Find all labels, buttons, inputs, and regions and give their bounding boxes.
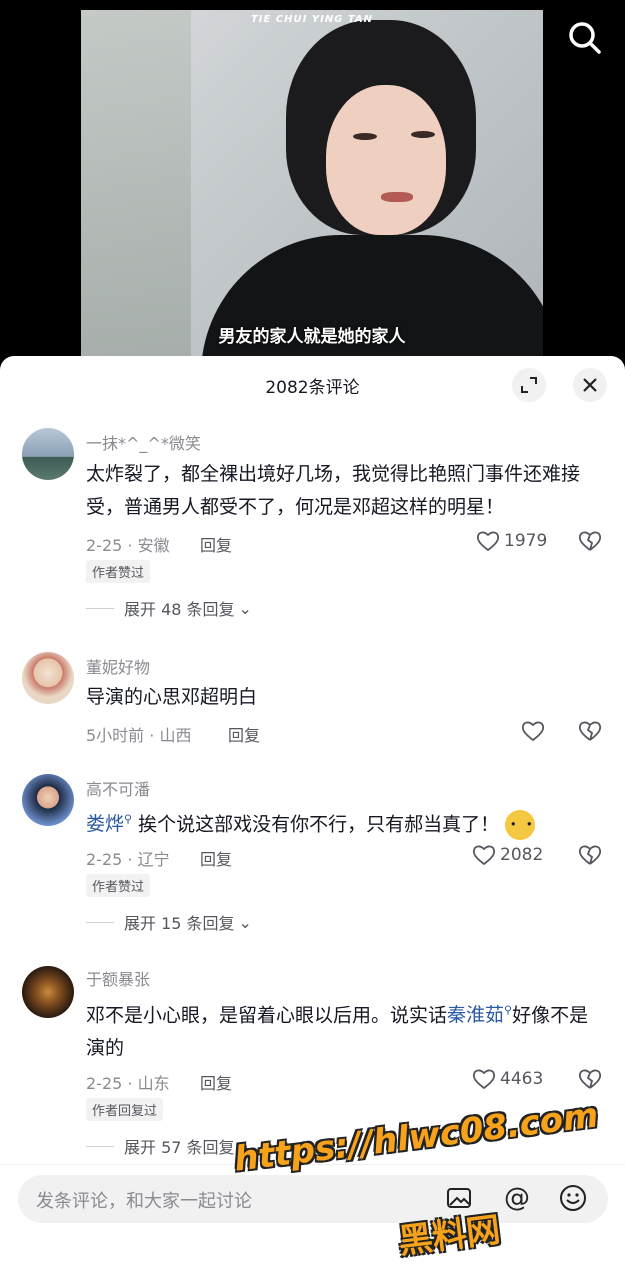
video-person-body: [201, 235, 543, 370]
expand-replies-label: 展开 57 条回复: [124, 1138, 235, 1157]
broken-heart-icon: [578, 1069, 602, 1089]
like-button[interactable]: 2082: [472, 844, 543, 866]
divider: [86, 607, 114, 609]
search-icon: [569, 22, 601, 54]
comment-date-location: 5小时前 · 山西: [86, 726, 192, 745]
chevron-down-icon: ⌄: [238, 598, 252, 618]
chevron-down-icon: ⌄: [238, 912, 252, 932]
expand-sheet-button[interactable]: [512, 368, 546, 402]
mention-button[interactable]: @: [500, 1181, 534, 1215]
divider: [86, 921, 114, 923]
dislike-button[interactable]: [578, 844, 602, 870]
comment-text: 邓不是小心眼，是留着心眼以后用。说实话秦淮茹⚲好像不是演的: [86, 994, 606, 1065]
divider: [86, 1145, 114, 1147]
like-button[interactable]: 4463: [472, 1068, 543, 1090]
emoji-button[interactable]: [556, 1181, 590, 1215]
reply-button[interactable]: 回复: [200, 846, 232, 870]
search-button[interactable]: [565, 18, 605, 58]
video-frame[interactable]: TIE CHUI YING TAN 男友的家人就是她的家人: [81, 10, 543, 370]
expand-icon: [521, 377, 537, 393]
comment-username[interactable]: 一抹*^_^*微笑: [86, 430, 201, 454]
search-icon: ⚲: [504, 1004, 513, 1017]
expand-replies-label: 展开 48 条回复: [124, 600, 235, 619]
dislike-button[interactable]: [578, 720, 602, 746]
comment-text-body: 挨个说这部戏没有你不行，只有郝当真了！: [138, 813, 500, 836]
mention-name: 秦淮茹: [447, 1004, 505, 1027]
video-person-eye: [353, 133, 377, 140]
avatar[interactable]: [22, 774, 74, 826]
like-count: 4463: [500, 1069, 544, 1089]
comment-date-location: 2-25 · 山东: [86, 1074, 170, 1093]
comment-text-part: 邓不是小心眼，是留着心眼以后用。说实话: [86, 1004, 448, 1027]
heart-icon: [472, 1069, 496, 1090]
like-button[interactable]: 1979: [476, 530, 547, 552]
comment-text: 娄烨⚲ 挨个说这部戏没有你不行，只有郝当真了！ ・・: [86, 803, 606, 841]
heart-icon: [472, 845, 496, 866]
comment-text: 导演的心思邓超明白: [86, 686, 258, 708]
avatar[interactable]: [22, 652, 74, 704]
video-person-face: [326, 85, 446, 235]
comment-input-placeholder: 发条评论，和大家一起讨论: [36, 1191, 252, 1212]
avatar[interactable]: [22, 428, 74, 480]
comment-item: 董妮好物 导演的心思邓超明白 5小时前 · 山西 回复: [0, 652, 625, 752]
mention-link[interactable]: 秦淮茹⚲: [447, 1004, 512, 1026]
comment-username[interactable]: 董妮好物: [86, 654, 150, 678]
emoji-icon: [560, 1185, 586, 1211]
comment-item: 一抹*^_^*微笑 太炸裂了，都全裸出境好几场，我觉得比艳照门事件还难接受，普通…: [0, 426, 625, 619]
author-liked-badge: 作者赞过: [86, 874, 151, 897]
mention-link[interactable]: 娄烨⚲: [86, 813, 132, 835]
like-count: 1979: [504, 531, 548, 551]
heart-icon: [521, 721, 545, 742]
expand-replies-label: 展开 15 条回复: [124, 914, 235, 933]
comment-date-location: 2-25 · 辽宁: [86, 850, 170, 869]
expand-replies-button[interactable]: 展开 15 条回复 ⌄: [86, 910, 252, 934]
avatar[interactable]: [22, 966, 74, 1018]
author-liked-badge: 作者赞过: [86, 560, 151, 583]
expand-replies-button[interactable]: 展开 48 条回复 ⌄: [86, 596, 252, 620]
comment-date-location: 2-25 · 安徽: [86, 536, 170, 555]
dislike-button[interactable]: [578, 1068, 602, 1094]
like-button[interactable]: [521, 720, 545, 742]
comment-item: 高不可潘 娄烨⚲ 挨个说这部戏没有你不行，只有郝当真了！ ・・ 2-25 · 辽…: [0, 774, 625, 934]
reply-button[interactable]: 回复: [200, 532, 232, 556]
video-person-mouth: [381, 192, 413, 202]
heart-icon: [476, 531, 500, 552]
video-watermark: TIE CHUI YING TAN: [250, 14, 374, 25]
broken-heart-icon: [578, 531, 602, 551]
author-replied-badge: 作者回复过: [86, 1098, 164, 1121]
reply-button[interactable]: 回复: [228, 722, 260, 746]
broken-heart-icon: [578, 721, 602, 741]
close-icon: [583, 378, 597, 392]
close-button[interactable]: [573, 368, 607, 402]
search-icon: ⚲: [124, 813, 133, 826]
comment-username[interactable]: 高不可潘: [86, 776, 150, 800]
dislike-button[interactable]: [578, 530, 602, 556]
video-person-eye: [411, 131, 435, 138]
video-player[interactable]: TIE CHUI YING TAN 男友的家人就是她的家人: [0, 0, 625, 380]
thinking-emoji-icon: ・・: [505, 809, 537, 840]
mention-name: 娄烨: [86, 813, 125, 836]
comment-username[interactable]: 于额暴张: [86, 966, 150, 990]
at-icon: @: [504, 1183, 530, 1213]
video-background: [81, 10, 191, 370]
comment-input[interactable]: 发条评论，和大家一起讨论 @: [18, 1175, 608, 1223]
expand-replies-button[interactable]: 展开 57 条回复 ⌄: [86, 1134, 252, 1158]
comment-input-bar: 发条评论，和大家一起讨论 @: [0, 1164, 625, 1281]
video-subtitle: 男友的家人就是她的家人: [218, 327, 406, 347]
reply-button[interactable]: 回复: [200, 1070, 232, 1094]
like-count: 2082: [500, 845, 544, 865]
broken-heart-icon: [578, 845, 602, 865]
comment-text: 太炸裂了，都全裸出境好几场，我觉得比艳照门事件还难接受，普通男人都受不了，何况是…: [86, 463, 581, 518]
comment-sheet-header: 2082条评论: [0, 356, 625, 412]
